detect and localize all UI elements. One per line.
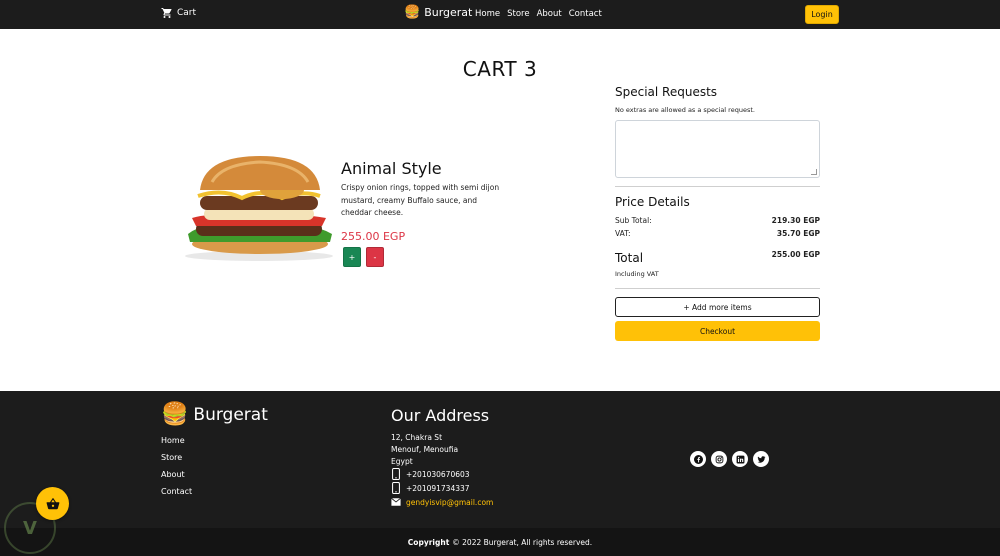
address-line: Egypt (391, 457, 413, 466)
burger-icon: 🍔 (161, 402, 189, 427)
total-label: Total (615, 251, 644, 265)
email-row: gendyisvip@gmail.com (391, 496, 493, 508)
phone-number[interactable]: +201030670603 (406, 470, 470, 479)
footer-link-contact[interactable]: Contact (161, 487, 192, 496)
add-more-items-button[interactable]: + Add more items (615, 297, 820, 317)
nav-link-about[interactable]: About (537, 9, 562, 19)
divider (615, 288, 820, 289)
nav-link-home[interactable]: Home (475, 9, 500, 19)
total-note: Including VAT (615, 270, 659, 278)
vat-value: 35.70 EGP (776, 229, 820, 238)
special-requests-note: No extras are allowed as a special reque… (615, 106, 755, 114)
copyright-bar: Copyright © 2022 Burgerat, All rights re… (0, 528, 1000, 556)
cart-icon (161, 8, 172, 18)
checkout-button[interactable]: Checkout (615, 321, 820, 341)
copyright-bold: Copyright (407, 537, 450, 547)
product-price: 255.00 EGP (341, 230, 406, 243)
login-button[interactable]: Login (805, 5, 839, 24)
footer-link-home[interactable]: Home (161, 436, 192, 445)
phone-icon (392, 468, 400, 480)
linkedin-link[interactable] (732, 451, 748, 467)
linkedin-icon (736, 455, 744, 463)
instagram-icon (715, 455, 723, 463)
address-title: Our Address (391, 406, 490, 425)
nav-links: Home Store About Contact (475, 9, 602, 19)
burger-icon: 🍔 (404, 5, 421, 20)
increase-quantity-button[interactable]: + (343, 247, 361, 267)
total-value: 255.00 EGP (771, 250, 820, 259)
address-line: 12, Chakra St (391, 433, 443, 442)
instagram-link[interactable] (711, 451, 727, 467)
footer-brand[interactable]: 🍔 Burgerat (161, 404, 268, 426)
navbar: Cart 🍔 Burgerat Home Store About Contact… (0, 0, 1000, 29)
brand-name: Burgerat (424, 6, 473, 19)
footer-link-store[interactable]: Store (161, 453, 192, 462)
watermark-glyph: V (23, 517, 37, 539)
decrease-quantity-button[interactable]: - (366, 247, 384, 267)
facebook-link[interactable] (690, 451, 706, 467)
nav-cart-link[interactable]: Cart (161, 7, 196, 19)
copyright-text: © 2022 Burgerat, All rights reserved. (452, 537, 593, 547)
product-name: Animal Style (341, 159, 442, 178)
sub-total-label: Sub Total: (615, 216, 652, 225)
special-requests-title: Special Requests (615, 85, 718, 99)
twitter-icon (757, 455, 765, 463)
phone-row: +201091734337 (391, 482, 470, 494)
sub-total-value: 219.30 EGP (771, 216, 820, 225)
phone-number[interactable]: +201091734337 (406, 484, 470, 493)
floating-basket-button[interactable] (36, 487, 69, 520)
nav-link-store[interactable]: Store (507, 9, 529, 19)
phone-icon (392, 482, 400, 494)
phone-row: +201030670603 (391, 468, 470, 480)
footer-links: Home Store About Contact (161, 436, 192, 496)
brand-logo[interactable]: 🍔 Burgerat (404, 6, 472, 19)
address-lines: 12, Chakra St Menouf, Menoufia Egypt (391, 432, 458, 468)
footer (0, 391, 1000, 528)
divider (615, 186, 820, 187)
special-requests-textarea[interactable] (615, 120, 820, 178)
footer-link-about[interactable]: About (161, 470, 192, 479)
price-details-title: Price Details (615, 195, 690, 209)
nav-cart-label: Cart (177, 8, 197, 18)
page-title: CART 3 (462, 57, 538, 81)
burger-product-image (185, 156, 333, 261)
mail-icon (391, 497, 401, 506)
product-description: Crispy onion rings, topped with semi dij… (341, 183, 500, 217)
nav-link-contact[interactable]: Contact (569, 9, 602, 19)
email-link[interactable]: gendyisvip@gmail.com (406, 498, 493, 507)
twitter-link[interactable] (753, 451, 769, 467)
footer-brand-name: Burgerat (193, 405, 268, 425)
social-links (690, 451, 769, 467)
basket-icon (46, 497, 59, 509)
facebook-icon (693, 454, 703, 464)
vat-label: VAT: (615, 229, 631, 238)
address-line: Menouf, Menoufia (391, 445, 459, 454)
